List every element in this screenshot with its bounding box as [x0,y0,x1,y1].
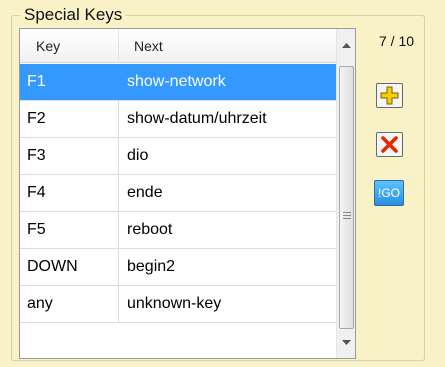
scrollbar-thumb[interactable] [339,66,354,329]
delete-key-button[interactable] [376,132,403,157]
cell-next[interactable]: dio [120,138,336,174]
scrollbar-grip-icon [343,212,351,219]
cell-key[interactable]: DOWN [20,249,119,285]
column-header-key[interactable]: Key [20,29,119,63]
table-row[interactable]: DOWN begin2 [20,249,336,286]
table-row[interactable]: F3 dio [20,138,336,175]
cell-next[interactable]: reboot [120,212,336,248]
cell-key[interactable]: F2 [20,101,119,137]
cell-next[interactable]: ende [120,175,336,211]
cell-next[interactable]: show-network [120,64,336,100]
scroll-up-arrow-icon[interactable] [340,39,353,52]
delete-x-icon [381,136,398,153]
cell-next[interactable]: unknown-key [120,286,336,322]
plus-icon [380,86,399,105]
groupbox-title: Special Keys [20,5,127,25]
table-row[interactable]: F1 show-network [20,64,336,101]
table-row[interactable]: F4 ende [20,175,336,212]
table-row[interactable]: F2 show-datum/uhrzeit [20,101,336,138]
cell-next[interactable]: begin2 [120,249,336,285]
go-button[interactable]: !GO [374,180,404,206]
table-row[interactable]: any unknown-key [20,286,336,323]
cell-key[interactable]: F4 [20,175,119,211]
table-row[interactable]: F5 reboot [20,212,336,249]
add-key-button[interactable] [376,83,403,108]
column-header-next[interactable]: Next [120,29,336,63]
special-keys-panel: Special Keys Key Next F1 show-network F2… [0,0,445,367]
cell-key[interactable]: F1 [20,64,119,100]
cell-key[interactable]: F5 [20,212,119,248]
cell-next[interactable]: show-datum/uhrzeit [120,101,336,137]
vertical-scrollbar[interactable] [336,29,355,358]
grid-header: Key Next [20,29,336,63]
cell-key[interactable]: any [20,286,119,322]
cell-key[interactable]: F3 [20,138,119,174]
row-counter: 7 / 10 [378,33,415,49]
scroll-down-arrow-icon[interactable] [340,336,353,349]
special-keys-grid[interactable]: Key Next F1 show-network F2 show-datum/u… [19,28,356,359]
